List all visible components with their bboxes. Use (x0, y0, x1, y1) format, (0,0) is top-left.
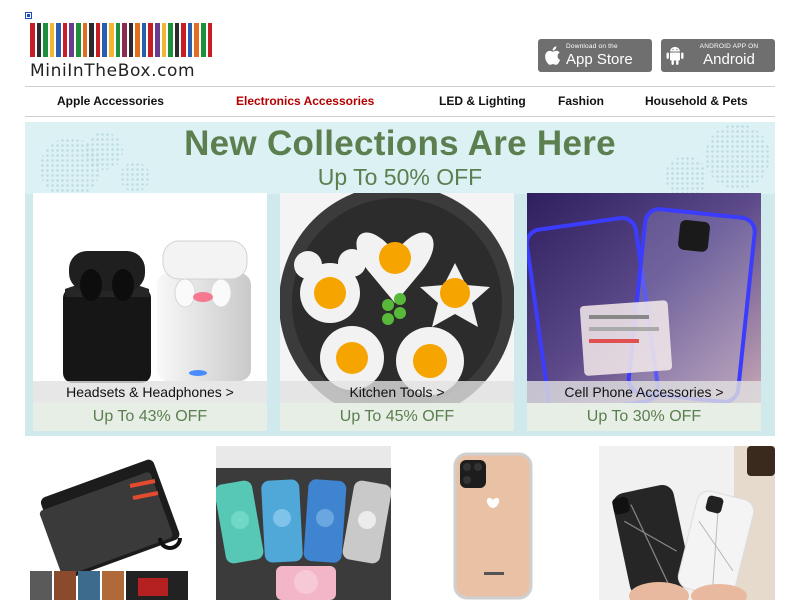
logo-stripe (148, 23, 153, 57)
nav-item-apple-accessories[interactable]: Apple Accessories (57, 87, 164, 116)
logo-stripe (122, 23, 127, 57)
nav-item-led-lighting[interactable]: LED & Lighting (439, 87, 526, 116)
logo-stripe (89, 23, 94, 57)
logo-stripe (201, 23, 206, 57)
logo-stripe (108, 23, 114, 57)
card-label-cell-phone-accessories[interactable]: Cell Phone Accessories > (527, 381, 761, 403)
product-marble-phone-cases[interactable] (599, 446, 775, 600)
category-card-kitchen-tools[interactable]: Kitchen Tools > Up To 45% OFF (280, 193, 514, 431)
apple-icon (538, 45, 566, 66)
logo-stripe (154, 23, 160, 57)
card-label-headsets[interactable]: Headsets & Headphones > (33, 381, 267, 403)
logo-stripe (49, 23, 55, 57)
logo-stripe (194, 23, 200, 57)
card-discount-headsets: Up To 43% OFF (33, 403, 267, 431)
product-glitter-phone-cases[interactable] (216, 446, 391, 600)
logo-stripe (168, 23, 173, 57)
banner-subtitle: Up To 50% OFF (317, 164, 483, 190)
android-small-text: ANDROID APP ON (699, 42, 759, 50)
nav-item-fashion[interactable]: Fashion (558, 87, 604, 116)
site-logo[interactable]: MiniInTheBox.com (30, 23, 215, 81)
product-clear-phone-case[interactable] (450, 446, 535, 600)
banner-title: New Collections Are Here (184, 124, 616, 163)
logo-stripe (82, 23, 88, 57)
nav-item-household-pets[interactable]: Household & Pets (645, 87, 748, 116)
category-nav: Apple Accessories Electronics Accessorie… (25, 87, 775, 116)
android-big-text: Android (703, 51, 755, 69)
logo-stripe (43, 23, 48, 57)
logo-stripe (69, 23, 75, 57)
android-icon (661, 45, 689, 67)
logo-stripe (161, 23, 167, 57)
logo-stripe (135, 23, 140, 57)
app-store-big-text: App Store (566, 51, 633, 69)
logo-stripe (141, 23, 147, 57)
app-store-small-text: Download on the (566, 42, 618, 50)
logo-stripe (181, 23, 186, 57)
logo-stripe (62, 23, 68, 57)
logo-text: MiniInTheBox.com (30, 61, 196, 81)
logo-stripe (30, 23, 35, 57)
logo-stripe (56, 23, 61, 57)
logo-stripe (76, 23, 81, 57)
logo-stripe (187, 23, 193, 57)
logo-stripe (36, 23, 42, 57)
card-label-kitchen-tools[interactable]: Kitchen Tools > (280, 381, 514, 403)
logo-stripe (174, 23, 180, 57)
logo-stripes (30, 23, 213, 57)
nav-divider-bottom (25, 116, 775, 117)
logo-stripe (128, 23, 134, 57)
logo-stripe (207, 23, 213, 57)
card-discount-kitchen-tools: Up To 45% OFF (280, 403, 514, 431)
card-discount-cell-phone-accessories: Up To 30% OFF (527, 403, 761, 431)
promo-banner[interactable]: New Collections Are Here Up To 50% OFF H… (25, 122, 775, 436)
broken-image-icon (25, 12, 32, 19)
nav-item-electronics-accessories[interactable]: Electronics Accessories (236, 87, 374, 116)
logo-stripe (95, 23, 101, 57)
app-store-badge[interactable]: Download on the App Store (538, 39, 652, 72)
logo-stripe (102, 23, 107, 57)
magnetic-phone-case-image (527, 193, 761, 403)
logo-stripe (115, 23, 121, 57)
earbuds-image (33, 193, 267, 403)
android-badge[interactable]: ANDROID APP ON Android (661, 39, 775, 72)
product-leather-wallet-case[interactable] (30, 446, 195, 600)
category-card-headsets[interactable]: Headsets & Headphones > Up To 43% OFF (33, 193, 267, 431)
category-card-cell-phone-accessories[interactable]: Cell Phone Accessories > Up To 30% OFF (527, 193, 761, 431)
egg-molds-image (280, 193, 514, 403)
